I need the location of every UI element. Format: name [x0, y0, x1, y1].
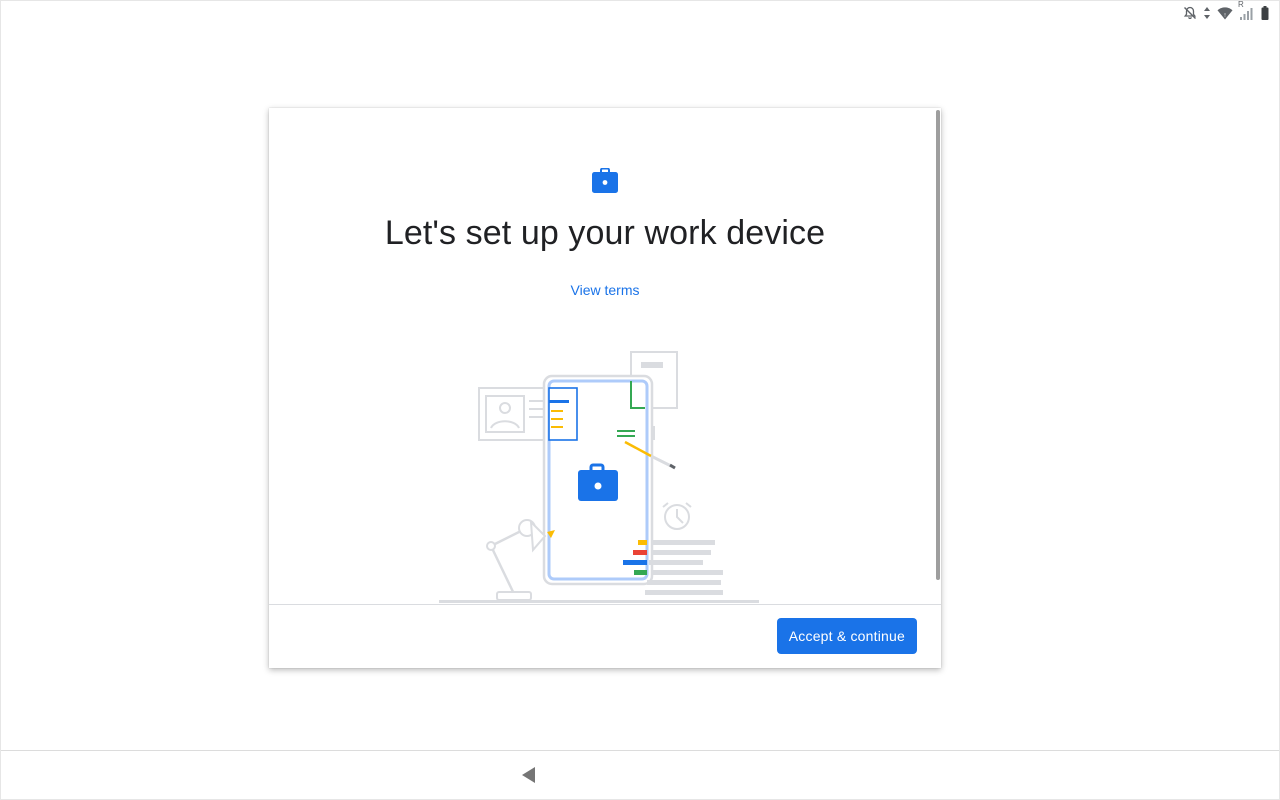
dialog-divider — [269, 604, 941, 605]
view-terms-link[interactable]: View terms — [571, 282, 640, 298]
back-triangle-icon — [521, 766, 537, 784]
briefcase-icon — [591, 167, 619, 194]
status-bar: ! R — [1183, 1, 1279, 25]
navigation-bar — [1, 750, 1279, 799]
work-device-illustration — [429, 346, 769, 604]
wifi-icon: ! — [1217, 6, 1233, 20]
scrollbar[interactable] — [936, 110, 940, 580]
accept-continue-button[interactable]: Accept & continue — [776, 618, 917, 654]
setup-dialog: Let's set up your work device View terms — [269, 108, 941, 668]
data-activity-icon — [1203, 6, 1211, 20]
roaming-label: R — [1238, 0, 1244, 9]
notifications-off-icon — [1183, 6, 1197, 20]
screen: ! R Let's set up your work device View t… — [0, 0, 1280, 800]
svg-text:!: ! — [1224, 13, 1226, 19]
signal-roaming-icon: R — [1238, 1, 1255, 21]
page-title: Let's set up your work device — [384, 214, 826, 252]
battery-icon — [1261, 6, 1269, 20]
view-terms-row: View terms — [269, 282, 941, 298]
back-button[interactable] — [513, 761, 545, 789]
